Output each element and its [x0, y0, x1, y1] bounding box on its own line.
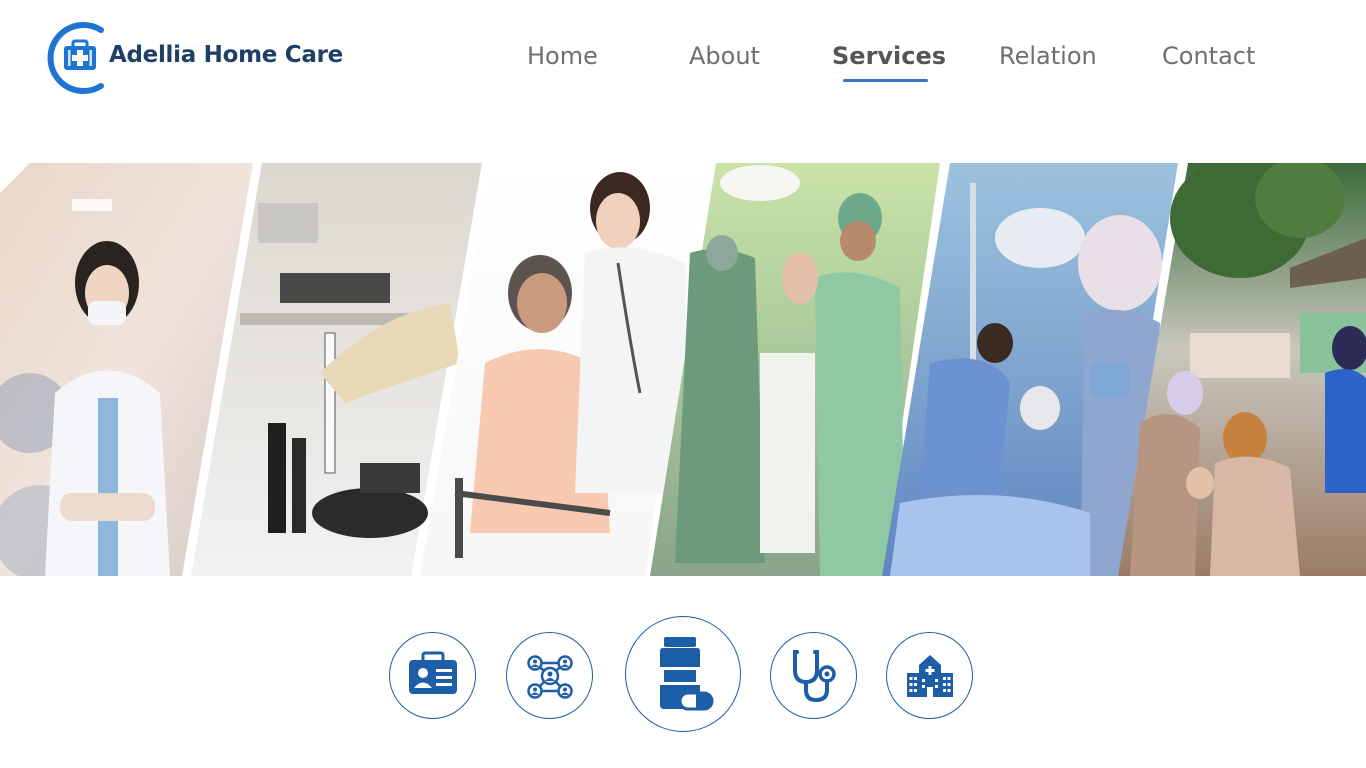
- service-id-card-button[interactable]: [389, 632, 476, 719]
- nav-contact[interactable]: Contact: [1162, 38, 1255, 74]
- nav-services[interactable]: Services: [832, 38, 946, 74]
- service-stethoscope-button[interactable]: [770, 632, 857, 719]
- nav-home[interactable]: Home: [527, 38, 598, 74]
- service-medicine-button[interactable]: [625, 616, 741, 732]
- nav-about[interactable]: About: [689, 38, 760, 74]
- active-nav-indicator: [843, 79, 928, 82]
- hospital-building-icon: [906, 654, 953, 697]
- medicine-bottle-icon: [660, 637, 714, 711]
- nav-relation[interactable]: Relation: [999, 38, 1097, 74]
- id-card-icon: [408, 651, 457, 694]
- main-nav: Home About Services Relation Contact: [0, 38, 1366, 88]
- network-people-icon: [526, 654, 573, 699]
- hero-banner: [0, 163, 1366, 576]
- stethoscope-icon: [792, 649, 836, 702]
- service-hospital-button[interactable]: [886, 632, 973, 719]
- service-network-button[interactable]: [506, 632, 593, 719]
